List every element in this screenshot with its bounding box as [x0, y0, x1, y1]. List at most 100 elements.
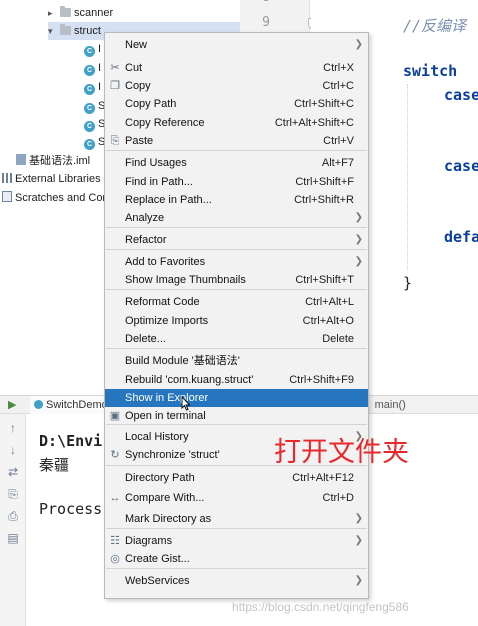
tree-item-label: I	[98, 62, 102, 74]
tree-item-label: 基础语法.iml	[29, 155, 91, 167]
chevron-down-icon[interactable]: ▾	[48, 22, 58, 40]
menu-item-label: Find Usages	[125, 157, 187, 169]
tree-item-label: External Libraries	[15, 173, 101, 185]
java-class-icon: C	[84, 121, 95, 132]
menu-item-directory-path[interactable]: Directory Path Ctrl+Alt+F12	[105, 469, 368, 487]
menu-item-build-module[interactable]: Build Module '基础语法'	[105, 352, 368, 370]
terminal-icon: ▣	[109, 410, 121, 422]
tree-item-scanner[interactable]: ▸ scanner	[48, 4, 113, 22]
menu-item-label: Optimize Imports	[125, 315, 209, 327]
menu-item-delete[interactable]: Delete... Delete	[105, 330, 368, 348]
menu-item-label: Copy Path	[125, 98, 177, 110]
menu-item-label: Copy	[125, 80, 151, 92]
chevron-right-icon: ❯	[354, 513, 363, 524]
menu-item-copy[interactable]: ❐ Copy Ctrl+C	[105, 77, 368, 95]
menu-separator	[106, 528, 367, 529]
code-keyword-case: case	[444, 86, 478, 104]
menu-item-label: Reformat Code	[125, 296, 200, 308]
menu-item-add-to-favorites[interactable]: Add to Favorites ❯	[105, 253, 368, 271]
menu-item-show-image-thumbnails[interactable]: Show Image Thumbnails Ctrl+Shift+T	[105, 271, 368, 289]
menu-item-label: Refactor	[125, 234, 167, 246]
chevron-right-icon: ❯	[354, 535, 363, 546]
tree-item-scratches[interactable]: Scratches and Cor	[2, 189, 106, 207]
menu-item-find-in-path[interactable]: Find in Path... Ctrl+Shift+F	[105, 173, 368, 191]
menu-item-paste[interactable]: ⎘ Paste Ctrl+V	[105, 132, 368, 150]
menu-item-open-in-terminal[interactable]: ▣ Open in terminal	[105, 407, 368, 425]
scratch-icon	[2, 191, 12, 202]
console-line: Process	[39, 500, 103, 518]
tree-item-external-libraries[interactable]: External Libraries	[2, 170, 101, 188]
line-number: 8	[240, 0, 270, 5]
menu-item-label: New	[125, 39, 148, 51]
indent-guide	[407, 84, 408, 270]
print-icon[interactable]: ⎙	[6, 510, 20, 522]
library-icon	[2, 173, 13, 183]
line-number: 9	[262, 15, 270, 30]
module-file-icon	[16, 154, 26, 165]
arrow-down-icon[interactable]: ↓	[6, 444, 20, 456]
menu-item-reformat-code[interactable]: Reformat Code Ctrl+Alt+L	[105, 293, 368, 311]
menu-item-cut[interactable]: ✂ Cut Ctrl+X	[105, 59, 368, 77]
menu-separator	[106, 568, 367, 569]
menu-item-replace-in-path[interactable]: Replace in Path... Ctrl+Shift+R	[105, 191, 368, 209]
scissors-icon: ✂	[110, 62, 120, 74]
tree-item-iml[interactable]: 基础语法.iml	[16, 152, 90, 170]
menu-item-shortcut: Ctrl+Shift+R	[294, 194, 354, 206]
menu-separator	[106, 227, 367, 228]
menu-item-new[interactable]: New ❯	[105, 36, 368, 54]
tree-item-class[interactable]: CI	[84, 59, 101, 77]
menu-item-shortcut: Ctrl+Shift+F	[295, 176, 354, 188]
trash-icon[interactable]: ▤	[6, 532, 20, 544]
console-line: D:\Envi	[39, 432, 103, 450]
menu-item-shortcut: Ctrl+V	[323, 135, 354, 147]
menu-item-compare-with[interactable]: ↔ Compare With... Ctrl+D	[105, 489, 368, 507]
tree-item-class[interactable]: CI	[84, 78, 101, 96]
menu-item-show-in-explorer[interactable]: Show in Explorer	[105, 389, 368, 407]
chevron-right-icon[interactable]: ▸	[48, 4, 58, 22]
menu-item-label: Paste	[125, 135, 154, 147]
menu-item-shortcut: Ctrl+X	[323, 62, 354, 74]
tree-item-class[interactable]: CS	[84, 115, 105, 133]
menu-item-label: Directory Path	[125, 472, 195, 484]
chevron-right-icon: ❯	[354, 575, 363, 586]
menu-separator	[106, 348, 367, 349]
menu-item-shortcut: Ctrl+Alt+L	[305, 296, 354, 308]
menu-item-shortcut: Ctrl+C	[322, 80, 354, 92]
java-class-icon: C	[84, 103, 95, 114]
menu-item-find-usages[interactable]: Find Usages Alt+F7	[105, 154, 368, 172]
menu-item-diagrams[interactable]: ☷ Diagrams ❯	[105, 532, 368, 550]
compare-icon: ↔	[109, 492, 121, 504]
scroll-to-end-icon[interactable]: ⎘	[6, 488, 20, 500]
menu-item-webservices[interactable]: WebServices ❯	[105, 572, 368, 590]
menu-item-create-gist[interactable]: ◎ Create Gist...	[105, 550, 368, 568]
menu-item-label: Mark Directory as	[125, 513, 212, 525]
copy-icon: ❐	[110, 80, 120, 92]
menu-item-label: Show in Explorer	[125, 392, 209, 404]
menu-item-rebuild-com-kuang-struct[interactable]: Rebuild 'com.kuang.struct' Ctrl+Shift+F9	[105, 371, 368, 389]
folder-icon	[60, 24, 71, 35]
annotation-text: 打开文件夹	[274, 437, 409, 468]
code-comment: //反编译	[403, 17, 467, 35]
tree-item-class[interactable]: CS	[84, 97, 105, 115]
run-label: ▶	[4, 396, 20, 414]
menu-item-label: WebServices	[125, 575, 190, 587]
wrap-icon[interactable]: ⇄	[6, 466, 20, 478]
tree-item-label: Scratches and Cor	[15, 192, 107, 204]
menu-item-label: Copy Reference	[125, 117, 205, 129]
menu-separator	[106, 150, 367, 151]
menu-item-label: Find in Path...	[125, 176, 193, 188]
menu-item-optimize-imports[interactable]: Optimize Imports Ctrl+Alt+O	[105, 312, 368, 330]
menu-item-copy-reference[interactable]: Copy Reference Ctrl+Alt+Shift+C	[105, 114, 368, 132]
menu-item-mark-directory-as[interactable]: Mark Directory as ❯	[105, 510, 368, 528]
menu-item-analyze[interactable]: Analyze ❯	[105, 209, 368, 227]
tree-item-class[interactable]: CI	[84, 40, 101, 58]
menu-item-shortcut: Ctrl+Alt+F12	[292, 472, 354, 484]
menu-item-refactor[interactable]: Refactor ❯	[105, 231, 368, 249]
menu-item-label: Create Gist...	[125, 553, 190, 565]
menu-item-label: Rebuild 'com.kuang.struct'	[125, 374, 254, 386]
menu-item-copy-path[interactable]: Copy Path Ctrl+Shift+C	[105, 95, 368, 113]
menu-item-label: Synchronize 'struct'	[125, 449, 220, 461]
context-menu: New ❯ ✂ Cut Ctrl+X ❐ Copy Ctrl+C Copy Path Ctrl+S…	[104, 32, 369, 599]
tree-item-class[interactable]: CS	[84, 133, 105, 151]
arrow-up-icon[interactable]: ↑	[6, 422, 20, 434]
